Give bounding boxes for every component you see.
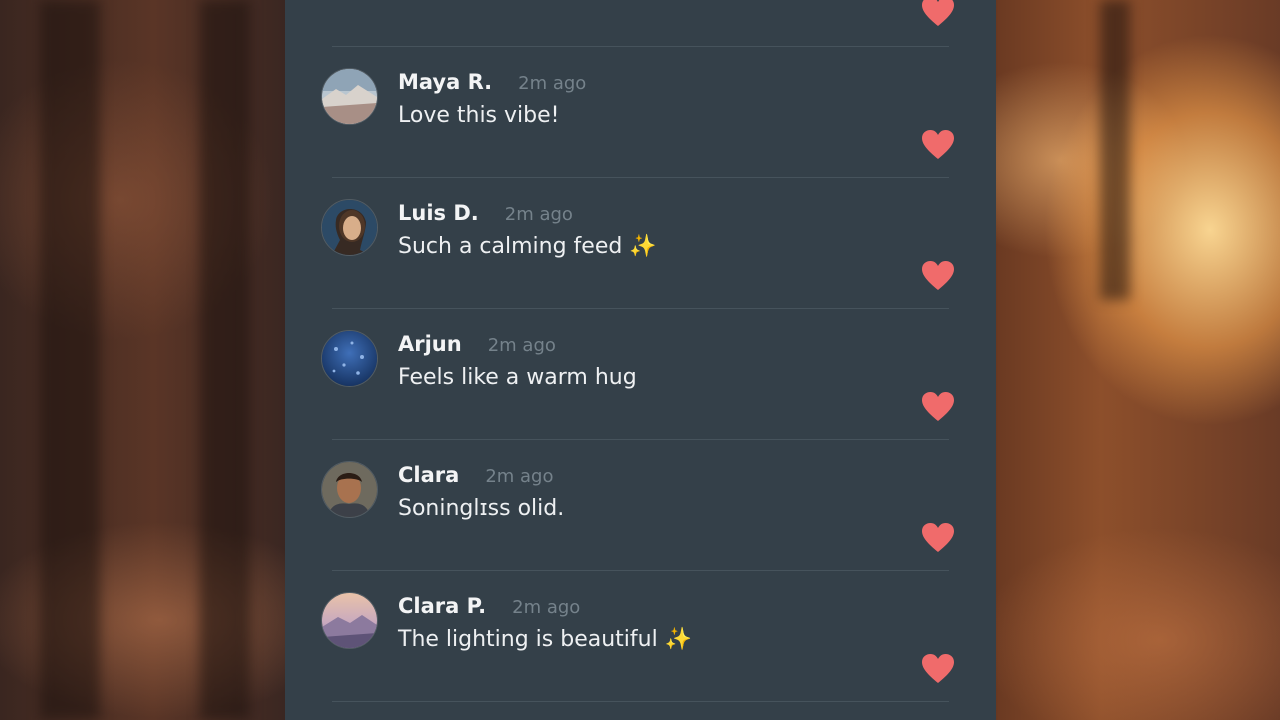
comment-author[interactable]: Clara P. 2m ago bbox=[398, 594, 580, 618]
like-heart-icon[interactable] bbox=[921, 391, 955, 423]
comment-timestamp: 2m ago bbox=[512, 597, 581, 618]
author-name[interactable]: Arjun bbox=[398, 332, 462, 356]
comment-text: Love this vibe! bbox=[398, 103, 560, 128]
comment-timestamp: 2m ago bbox=[487, 335, 556, 356]
comment-row: Luis D. 2m ago Such a calming feed ✨ bbox=[285, 178, 996, 309]
author-name[interactable]: Luis D. bbox=[398, 201, 479, 225]
comment-text: The lighting is beautiful ✨ bbox=[398, 627, 693, 652]
comment-row: Clara P. 2m ago The lighting is beautiful… bbox=[285, 571, 996, 702]
mountain-landscape-avatar[interactable] bbox=[321, 68, 378, 125]
blue-texture-avatar[interactable] bbox=[321, 330, 378, 387]
like-heart-icon[interactable] bbox=[921, 129, 955, 161]
background-tree-trunk bbox=[40, 0, 100, 720]
comment-timestamp: 2m ago bbox=[485, 466, 554, 487]
comment-row: Arjun 2m ago Feels like a warm hug bbox=[285, 309, 996, 440]
comments-panel[interactable]: Maya R. 2m ago Love this vibe! Luis D. 2m … bbox=[285, 0, 996, 720]
man-portrait-avatar[interactable] bbox=[321, 461, 378, 518]
comment-author[interactable]: Clara 2m ago bbox=[398, 463, 554, 487]
author-name[interactable]: Maya R. bbox=[398, 70, 492, 94]
comment-timestamp: 2m ago bbox=[504, 204, 573, 225]
like-heart-icon[interactable] bbox=[921, 260, 955, 292]
like-heart-icon[interactable] bbox=[921, 522, 955, 554]
comment-author[interactable]: Maya R. 2m ago bbox=[398, 70, 586, 94]
comment-text: Soningl͏ɪss olid. bbox=[398, 496, 565, 521]
author-name[interactable]: Clara P. bbox=[398, 594, 486, 618]
like-heart-icon[interactable] bbox=[921, 0, 955, 28]
person-portrait-avatar[interactable] bbox=[321, 199, 378, 256]
comment-row: Maya R. 2m ago Love this vibe! bbox=[285, 47, 996, 178]
comment-text: Feels like a warm hug bbox=[398, 365, 637, 390]
sunset-landscape-avatar[interactable] bbox=[321, 592, 378, 649]
comment-timestamp: 2m ago bbox=[518, 73, 587, 94]
background-tree-trunk bbox=[200, 0, 250, 720]
comment-author[interactable]: Arjun 2m ago bbox=[398, 332, 556, 356]
divider bbox=[332, 701, 949, 702]
comment-row: Clara 2m ago Soningl͏ɪss olid. bbox=[285, 440, 996, 571]
comment-author[interactable]: Luis D. 2m ago bbox=[398, 201, 573, 225]
like-heart-icon[interactable] bbox=[921, 653, 955, 685]
background-tree-trunk bbox=[1100, 0, 1130, 300]
comment-text: Such a calming feed ✨ bbox=[398, 234, 657, 259]
author-name[interactable]: Clara bbox=[398, 463, 459, 487]
